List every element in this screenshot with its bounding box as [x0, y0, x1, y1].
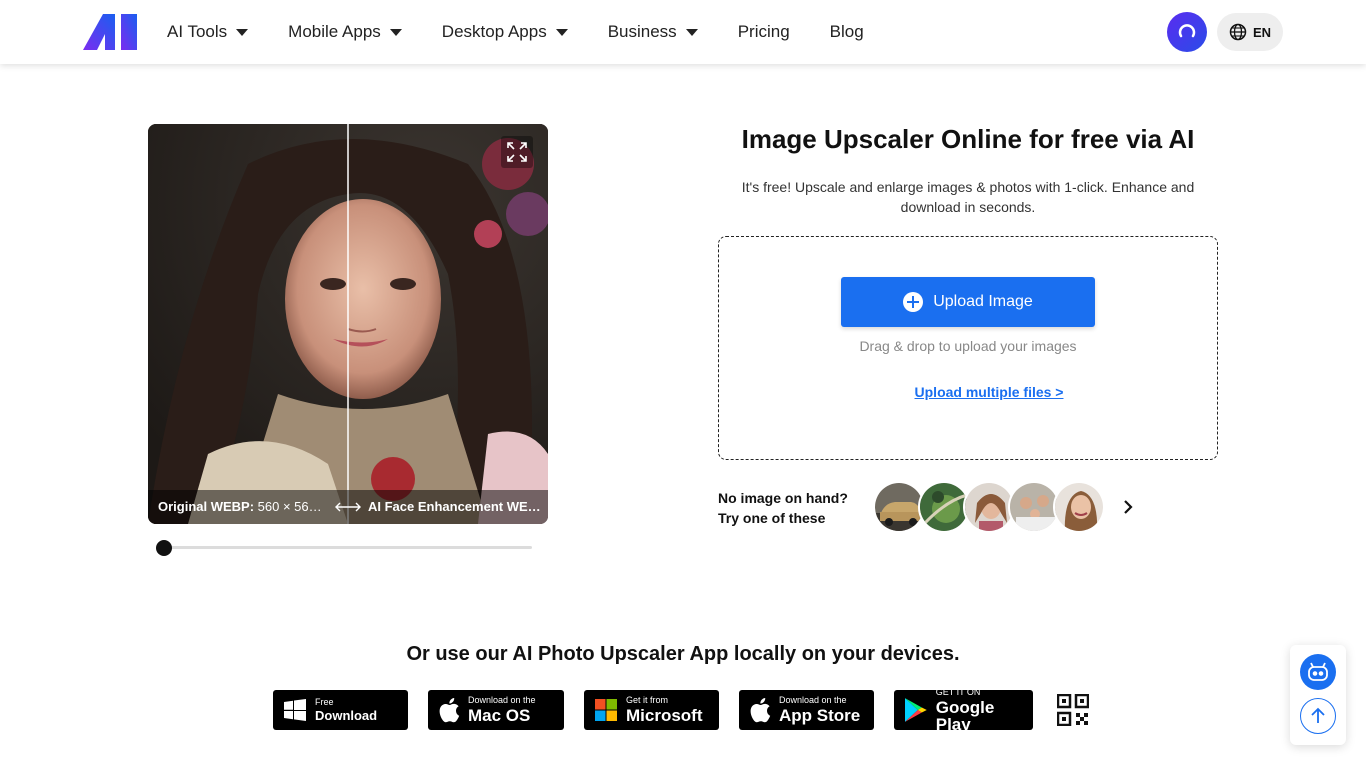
store-big-label: Download: [315, 708, 378, 723]
nav-blog[interactable]: Blog: [830, 22, 864, 42]
compare-slider-knob[interactable]: [156, 540, 172, 556]
app-store-button[interactable]: Download on the App Store: [739, 690, 874, 730]
nav-label: AI Tools: [167, 22, 228, 41]
apps-section-title: Or use our AI Photo Upscaler App locally…: [406, 643, 960, 665]
nav-mobile-apps[interactable]: Mobile Apps: [288, 22, 402, 42]
chevron-down-icon: [555, 28, 568, 36]
original-label-size: 560 × 560 p...: [257, 499, 328, 514]
macos-download-button[interactable]: Download on the Mac OS: [428, 690, 564, 730]
nav-label: Pricing: [737, 22, 790, 41]
nav-desktop-apps[interactable]: Desktop Apps: [442, 22, 568, 42]
enhanced-label: AI Face Enhancement WEBP:...: [368, 499, 546, 514]
upload-image-button[interactable]: Upload Image: [841, 277, 1095, 327]
store-big-label: Microsoft: [626, 706, 703, 725]
store-small-label: Get it from: [626, 695, 669, 705]
robot-icon: [1308, 662, 1328, 681]
nav-label: Business: [607, 22, 677, 41]
compare-caption-bar: Original WEBP: 560 × 560 p... AI Face En…: [148, 490, 548, 524]
store-small-label: Download on the: [779, 695, 847, 705]
store-big-label: Mac OS: [468, 706, 531, 725]
logo-icon[interactable]: [83, 14, 137, 50]
language-selector[interactable]: EN: [1217, 13, 1283, 51]
sample-prompt-line2: Try one of these: [718, 510, 826, 526]
original-label: Original WEBP: 560 × 560 p...: [158, 499, 328, 514]
language-label: EN: [1252, 24, 1272, 40]
main-nav: AI Tools Mobile Apps Desktop Apps Busine…: [167, 0, 904, 64]
globe-icon: [1229, 23, 1247, 41]
chevron-right-icon[interactable]: [1120, 497, 1136, 517]
compare-slider-track[interactable]: [160, 546, 532, 549]
site-header: AI Tools Mobile Apps Desktop Apps Busine…: [0, 0, 1366, 64]
microsoft-icon: [595, 699, 617, 721]
microsoft-store-button[interactable]: Get it from Microsoft: [584, 690, 719, 730]
sample-prompt: No image on hand? Try one of these: [718, 488, 848, 528]
chevron-down-icon: [236, 28, 249, 36]
apple-icon: [439, 698, 460, 723]
nav-business[interactable]: Business: [608, 22, 698, 42]
swap-arrows-icon: [335, 502, 361, 512]
nav-label: Mobile Apps: [288, 22, 381, 41]
chevron-down-icon: [685, 28, 698, 36]
account-button[interactable]: [1167, 12, 1207, 52]
expand-icon: [507, 142, 527, 162]
apple-icon: [750, 698, 771, 723]
windows-download-button[interactable]: Free Download: [273, 690, 408, 730]
sample-prompt-line1: No image on hand?: [718, 490, 848, 506]
floating-widget: [1290, 645, 1346, 745]
fullscreen-button[interactable]: [501, 136, 533, 168]
store-big-label: App Store: [779, 706, 861, 725]
qr-code-icon[interactable]: [1057, 694, 1089, 726]
back-to-top-button[interactable]: [1300, 698, 1336, 734]
nav-pricing[interactable]: Pricing: [738, 22, 790, 42]
drag-drop-hint: Drag & drop to upload your images: [859, 338, 1077, 354]
store-big-label: Google Play: [935, 697, 995, 734]
chatbot-button[interactable]: [1300, 654, 1336, 690]
compare-divider[interactable]: [347, 124, 349, 524]
original-label-format: Original WEBP:: [158, 499, 255, 514]
upload-multiple-link[interactable]: Upload multiple files >: [718, 384, 1260, 400]
chevron-down-icon: [389, 28, 402, 36]
nav-label: Blog: [829, 22, 864, 41]
page-subtitle: It's free! Upscale and enlarge images & …: [741, 179, 1195, 215]
store-small-label: Download on the: [468, 695, 536, 705]
before-after-compare[interactable]: Original WEBP: 560 × 560 p... AI Face En…: [148, 124, 548, 524]
store-small-label: Free: [315, 697, 334, 707]
upload-button-label: Upload Image: [933, 293, 1033, 310]
nav-ai-tools[interactable]: AI Tools: [167, 22, 249, 42]
windows-icon: [284, 699, 306, 721]
google-play-icon: [904, 698, 927, 722]
page-title: Image Upscaler Online for free via AI: [741, 124, 1195, 154]
nav-label: Desktop Apps: [441, 22, 547, 41]
sample-image-woman[interactable]: [1053, 481, 1105, 533]
arrow-up-icon: [1311, 707, 1325, 723]
loading-spinner-icon: [1178, 24, 1196, 38]
store-small-label: GET IT ON: [935, 686, 981, 697]
google-play-button[interactable]: GET IT ON Google Play: [894, 686, 1033, 734]
plus-circle-icon: [903, 292, 924, 312]
